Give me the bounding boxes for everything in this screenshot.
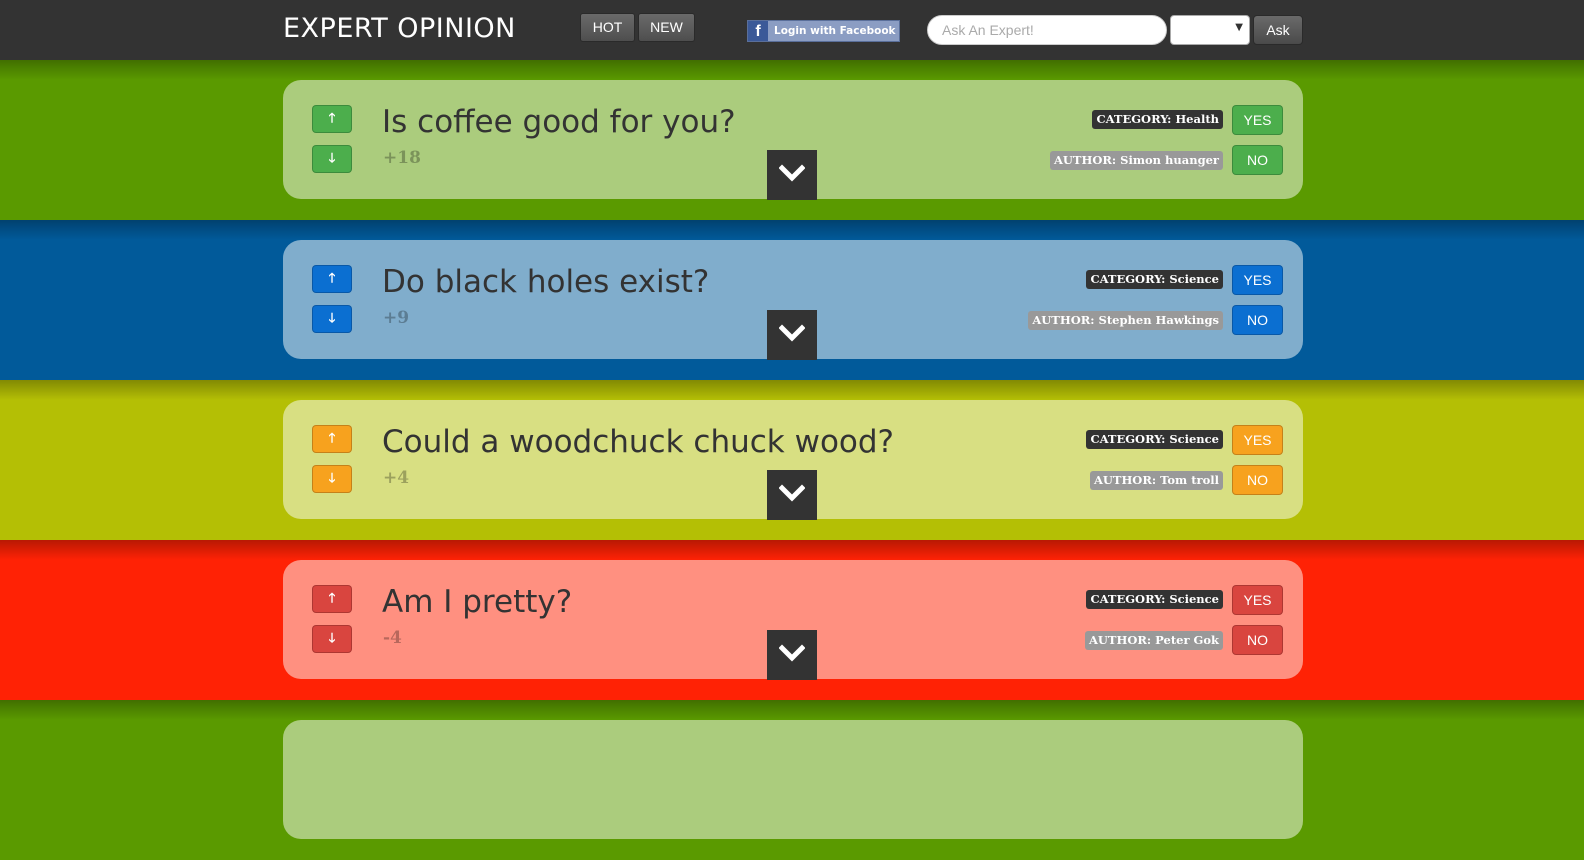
arrow-down-icon: 🡓 xyxy=(328,471,336,486)
question-card xyxy=(283,720,1303,839)
arrow-up-icon: 🡑 xyxy=(328,431,336,446)
top-navbar: EXPERT OPINION HOT NEW f Login with Face… xyxy=(0,0,1584,60)
author-badge: AUTHOR: Simon huanger xyxy=(1049,151,1223,170)
arrow-up-icon: 🡑 xyxy=(328,591,336,606)
author-badge: AUTHOR: Stephen Hawkings xyxy=(1028,311,1223,330)
vote-score: +18 xyxy=(383,148,421,168)
arrow-down-icon: 🡓 xyxy=(328,631,336,646)
search-input[interactable] xyxy=(927,15,1167,45)
downvote-button[interactable]: 🡓 xyxy=(312,625,352,653)
no-button[interactable]: NO xyxy=(1232,625,1283,655)
arrow-up-icon: 🡑 xyxy=(328,271,336,286)
arrow-down-icon: 🡓 xyxy=(328,151,336,166)
yes-button[interactable]: YES xyxy=(1232,265,1283,295)
new-button[interactable]: NEW xyxy=(638,13,695,42)
hot-button[interactable]: HOT xyxy=(580,13,635,42)
site-logo[interactable]: EXPERT OPINION xyxy=(283,13,516,44)
question-title[interactable]: Could a woodchuck chuck wood? xyxy=(382,424,894,460)
category-badge: CATEGORY: Science xyxy=(1086,270,1223,289)
arrow-down-icon: 🡓 xyxy=(328,311,336,326)
arrow-up-icon: 🡑 xyxy=(328,111,336,126)
facebook-login-button[interactable]: f Login with Facebook xyxy=(747,20,900,42)
category-badge: CATEGORY: Science xyxy=(1086,590,1223,609)
expand-button[interactable] xyxy=(767,150,817,200)
author-badge: AUTHOR: Tom troll xyxy=(1089,471,1223,490)
expand-button[interactable] xyxy=(767,630,817,680)
question-title[interactable]: Is coffee good for you? xyxy=(382,104,736,140)
vote-score: +4 xyxy=(383,468,410,488)
category-badge: CATEGORY: Science xyxy=(1086,430,1223,449)
question-title[interactable]: Am I pretty? xyxy=(382,584,572,620)
upvote-button[interactable]: 🡑 xyxy=(312,265,352,293)
ask-button[interactable]: Ask xyxy=(1253,15,1303,45)
facebook-icon: f xyxy=(748,21,768,41)
question-band: 🡑 🡓 Do black holes exist? +9 CATEGORY: Scien… xyxy=(0,220,1584,380)
upvote-button[interactable]: 🡑 xyxy=(312,105,352,133)
facebook-login-label: Login with Facebook xyxy=(774,25,896,37)
category-badge: CATEGORY: Health xyxy=(1092,110,1223,129)
no-button[interactable]: NO xyxy=(1232,305,1283,335)
no-button[interactable]: NO xyxy=(1232,145,1283,175)
question-band xyxy=(0,700,1584,860)
yes-button[interactable]: YES xyxy=(1232,105,1283,135)
yes-button[interactable]: YES xyxy=(1232,585,1283,615)
downvote-button[interactable]: 🡓 xyxy=(312,145,352,173)
no-button[interactable]: NO xyxy=(1232,465,1283,495)
expand-button[interactable] xyxy=(767,470,817,520)
vote-score: +9 xyxy=(383,308,410,328)
expand-button[interactable] xyxy=(767,310,817,360)
author-badge: AUTHOR: Peter Gok xyxy=(1084,631,1223,650)
category-select[interactable]: ▼ xyxy=(1170,15,1250,45)
downvote-button[interactable]: 🡓 xyxy=(312,305,352,333)
question-band: 🡑 🡓 Could a woodchuck chuck wood? +4 CATEGOR… xyxy=(0,380,1584,540)
yes-button[interactable]: YES xyxy=(1232,425,1283,455)
question-title[interactable]: Do black holes exist? xyxy=(382,264,709,300)
dropdown-arrow-icon: ▼ xyxy=(1235,22,1243,33)
upvote-button[interactable]: 🡑 xyxy=(312,425,352,453)
question-band: 🡑 🡓 Is coffee good for you? +18 CATEGORY: He… xyxy=(0,60,1584,220)
downvote-button[interactable]: 🡓 xyxy=(312,465,352,493)
upvote-button[interactable]: 🡑 xyxy=(312,585,352,613)
vote-score: -4 xyxy=(383,628,402,648)
question-band: 🡑 🡓 Am I pretty? -4 CATEGORY: Science AUTHOR:… xyxy=(0,540,1584,700)
